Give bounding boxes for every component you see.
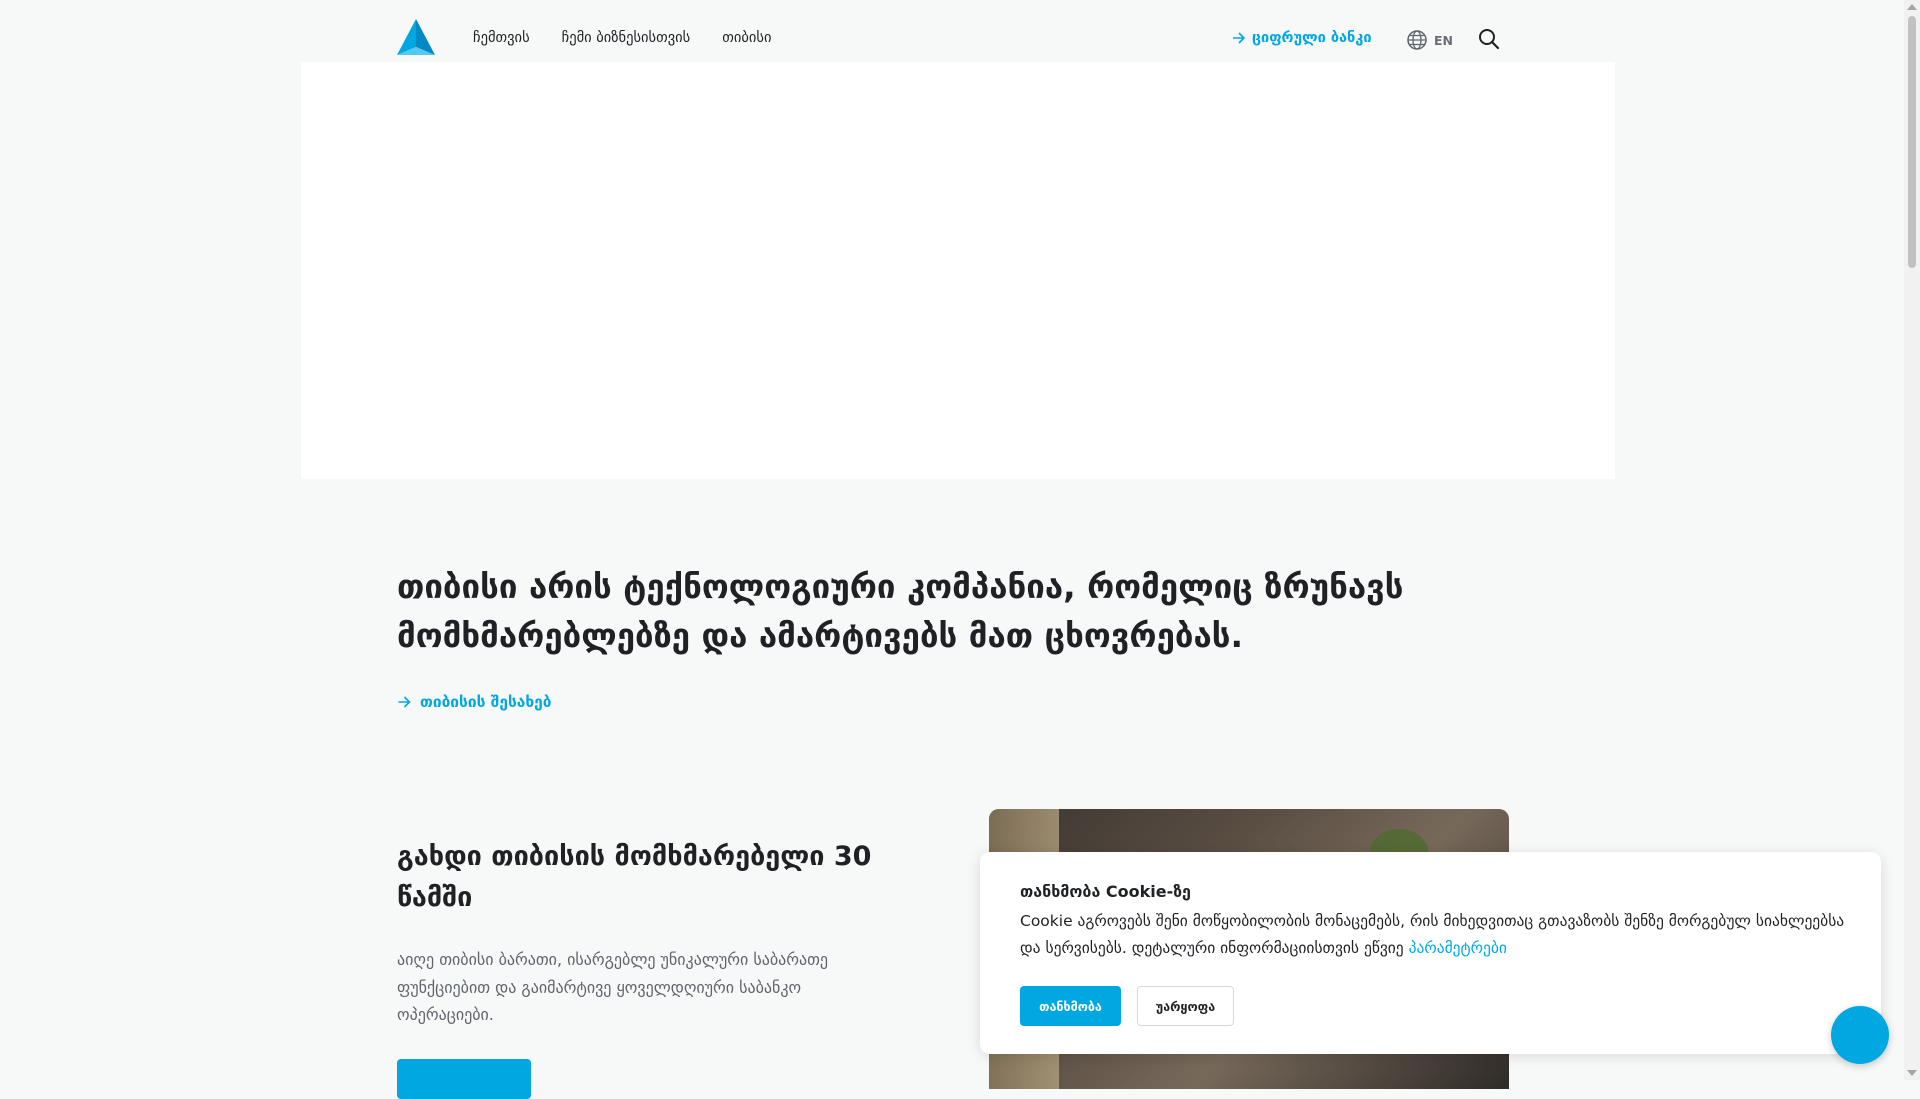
become-customer-button[interactable] [397,1059,531,1099]
cookie-reject-button[interactable]: უარყოფა [1137,986,1234,1026]
arrow-right-icon [398,696,411,708]
chat-button[interactable] [1831,1006,1889,1064]
main-nav: ჩემთვის ჩემი ბიზნესისთვის თიბისი [473,30,771,46]
hero-headline: თიბისი არის ტექნოლოგიური კომპანია, რომელ… [397,567,1404,655]
cookie-accept-button[interactable]: თანხმობა [1020,986,1121,1026]
digital-bank-link[interactable]: ციფრული ბანკი [1232,30,1372,46]
cookie-title: თანხმობა Cookie-ზე [1020,882,1191,901]
nav-item-business[interactable]: ჩემი ბიზნესისთვის [562,30,691,46]
scroll-down-arrow[interactable] [1907,1070,1917,1076]
language-switch[interactable]: EN [1406,29,1453,51]
section-title: გახდი თიბისის მომხმარებელი 30 წამში [397,841,872,913]
nav-item-personal[interactable]: ჩემთვის [473,30,530,46]
cookie-consent-dialog: თანხმობა Cookie-ზე Cookie აგროვებს შენი … [980,852,1881,1054]
tbc-logo-icon[interactable] [397,19,435,55]
scroll-thumb[interactable] [1908,16,1916,268]
hero-banner [301,62,1615,479]
arrow-right-icon [1233,32,1246,44]
about-tbc-link[interactable]: თიბისის შესახებ [397,693,552,711]
section-description: აიღე თიბისი ბარათი, ისარგებლე უნიკალური … [397,950,829,1024]
cookie-settings-link[interactable]: პარამეტრები [1409,939,1507,957]
nav-item-tbc[interactable]: თიბისი [722,30,771,46]
page-scrollbar[interactable] [1904,0,1920,1080]
search-icon[interactable] [1478,28,1500,50]
globe-icon [1407,30,1427,50]
digital-bank-label: ციფრული ბანკი [1252,30,1372,46]
about-tbc-label: თიბისის შესახებ [420,693,552,711]
cookie-text: Cookie აგროვებს შენი მოწყობილობის მონაცე… [1020,908,1850,962]
scroll-up-arrow[interactable] [1907,4,1917,10]
language-label: EN [1434,32,1454,48]
